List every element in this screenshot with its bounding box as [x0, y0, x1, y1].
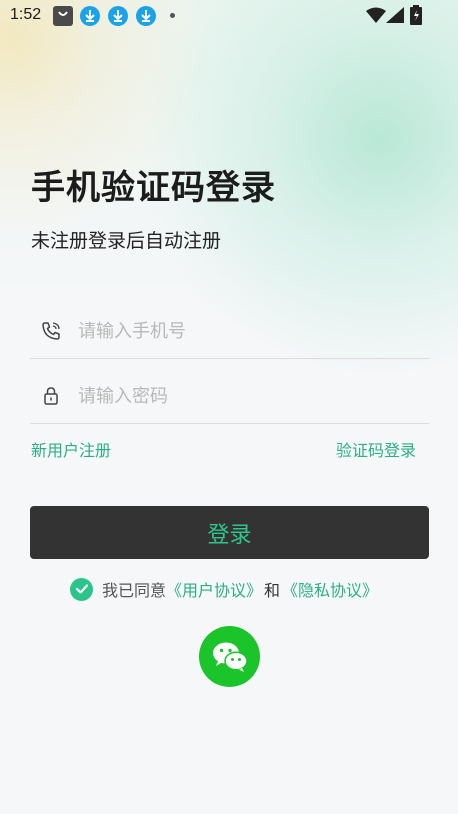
phone-icon	[41, 321, 61, 341]
phone-input[interactable]	[78, 314, 418, 348]
register-link[interactable]: 新用户注册	[31, 437, 111, 461]
page-title: 手机验证码登录	[31, 168, 276, 208]
password-input[interactable]	[78, 379, 418, 413]
code-login-link[interactable]: 验证码登录	[336, 437, 416, 461]
privacy-policy-link[interactable]: 《隐私协议》	[282, 577, 378, 601]
agreement-and: 和	[264, 581, 281, 600]
phone-field	[30, 302, 429, 359]
agreement-checkbox[interactable]	[70, 577, 93, 601]
user-agreement-link[interactable]: 《用户协议》	[166, 577, 262, 601]
wechat-login-button[interactable]	[199, 626, 260, 687]
lock-icon	[41, 386, 61, 406]
password-field	[30, 367, 429, 424]
agreement-prefix: 我已同意	[102, 581, 167, 600]
login-button[interactable]: 登录	[30, 506, 429, 559]
check-icon	[75, 584, 88, 594]
page-subtitle: 未注册登录后自动注册	[31, 230, 222, 252]
agreement-row: 我已同意 《用户协议》 和 《隐私协议》	[70, 577, 378, 601]
login-page: 手机验证码登录 未注册登录后自动注册 新用户注册 验证码登录 登录	[0, 0, 458, 814]
wechat-icon	[212, 642, 248, 672]
